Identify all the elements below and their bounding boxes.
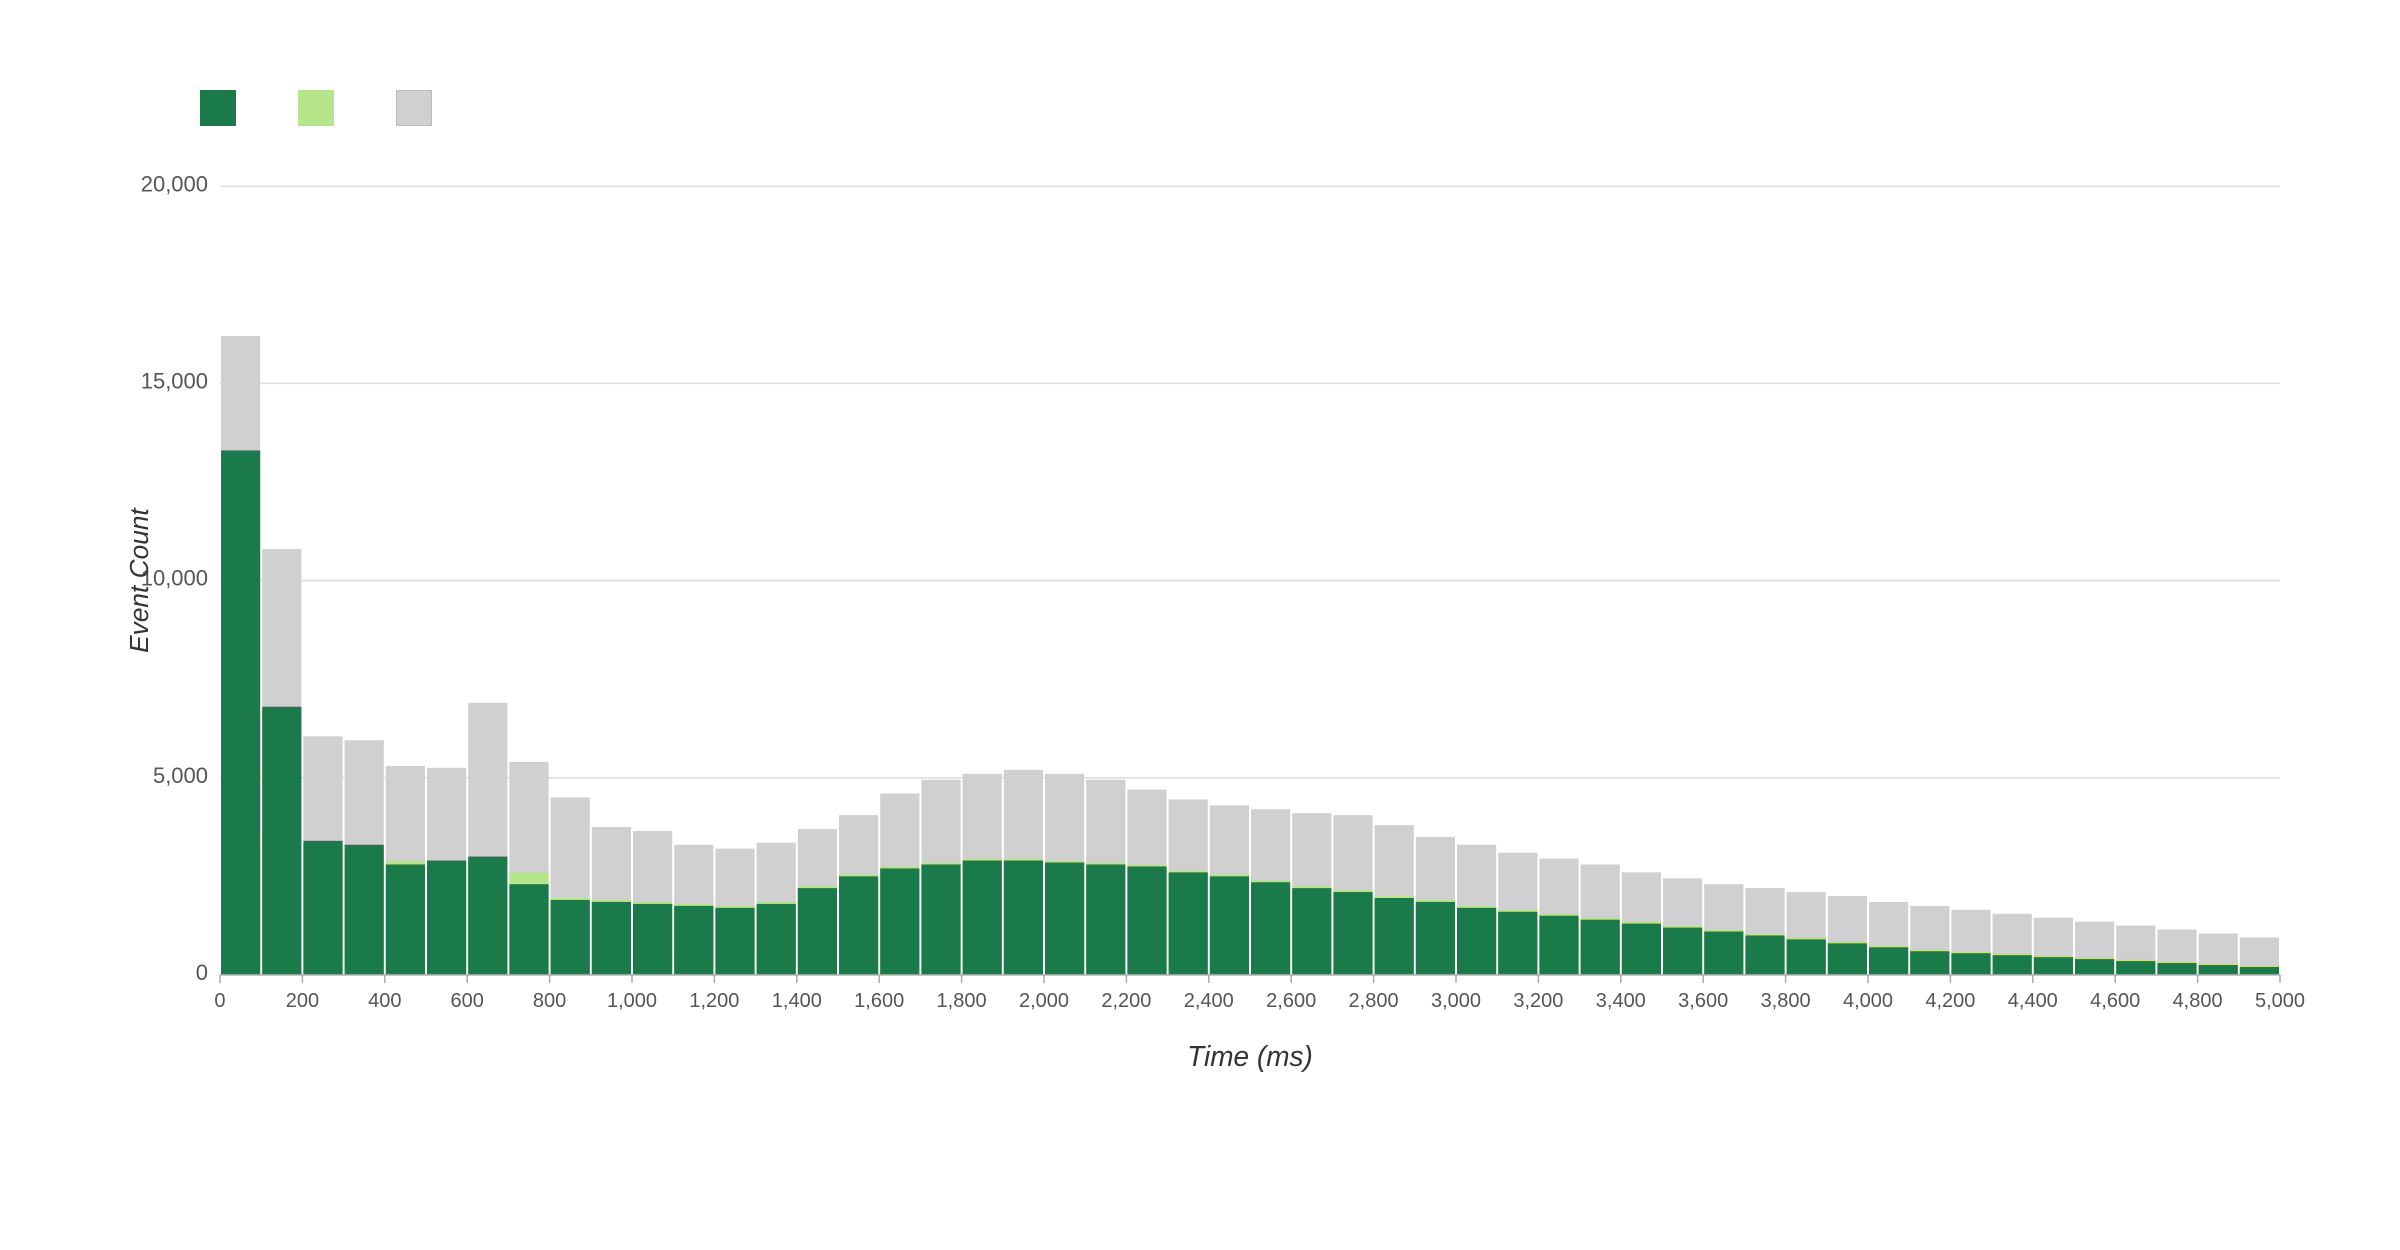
- svg-text:1,000: 1,000: [607, 990, 657, 1012]
- svg-text:15,000: 15,000: [141, 368, 208, 393]
- chart-container: 05,00010,00015,00020,000Event Count02004…: [0, 0, 2400, 1250]
- svg-text:0: 0: [196, 960, 208, 985]
- svg-text:1,200: 1,200: [689, 990, 739, 1012]
- svg-text:4,200: 4,200: [1925, 990, 1975, 1012]
- svg-text:400: 400: [368, 990, 401, 1012]
- svg-text:4,600: 4,600: [2090, 990, 2140, 1012]
- svg-text:20,000: 20,000: [141, 171, 208, 196]
- svg-text:4,000: 4,000: [1843, 990, 1893, 1012]
- svg-text:5,000: 5,000: [153, 763, 208, 788]
- svg-text:4,800: 4,800: [2173, 990, 2223, 1012]
- legend-swatch-supported: [298, 90, 334, 126]
- svg-text:2,400: 2,400: [1184, 990, 1234, 1012]
- svg-text:1,400: 1,400: [772, 990, 822, 1012]
- svg-text:800: 800: [533, 990, 566, 1012]
- svg-text:1,800: 1,800: [937, 990, 987, 1012]
- svg-text:Time (ms): Time (ms): [1187, 1041, 1313, 1072]
- svg-text:Event Count: Event Count: [124, 507, 154, 653]
- svg-text:3,800: 3,800: [1761, 990, 1811, 1012]
- legend-swatch-total: [396, 90, 432, 126]
- chart-area: 05,00010,00015,00020,000Event Count02004…: [120, 166, 2320, 1076]
- svg-text:600: 600: [451, 990, 484, 1012]
- svg-text:3,200: 3,200: [1513, 990, 1563, 1012]
- svg-text:2,800: 2,800: [1349, 990, 1399, 1012]
- svg-text:3,600: 3,600: [1678, 990, 1728, 1012]
- svg-text:1,600: 1,600: [854, 990, 904, 1012]
- legend-item-controlled: [200, 90, 248, 126]
- svg-text:2,200: 2,200: [1101, 990, 1151, 1012]
- svg-text:4,400: 4,400: [2008, 990, 2058, 1012]
- legend: [200, 90, 2320, 126]
- svg-text:200: 200: [286, 990, 319, 1012]
- svg-text:2,600: 2,600: [1266, 990, 1316, 1012]
- svg-text:2,000: 2,000: [1019, 990, 1069, 1012]
- svg-text:5,000: 5,000: [2255, 990, 2305, 1012]
- legend-item-supported: [298, 90, 346, 126]
- legend-swatch-controlled: [200, 90, 236, 126]
- svg-text:0: 0: [214, 990, 225, 1012]
- svg-text:3,000: 3,000: [1431, 990, 1481, 1012]
- svg-text:3,400: 3,400: [1596, 990, 1646, 1012]
- legend-item-total: [396, 90, 444, 126]
- main-chart-svg: 05,00010,00015,00020,000Event Count02004…: [120, 166, 2320, 1076]
